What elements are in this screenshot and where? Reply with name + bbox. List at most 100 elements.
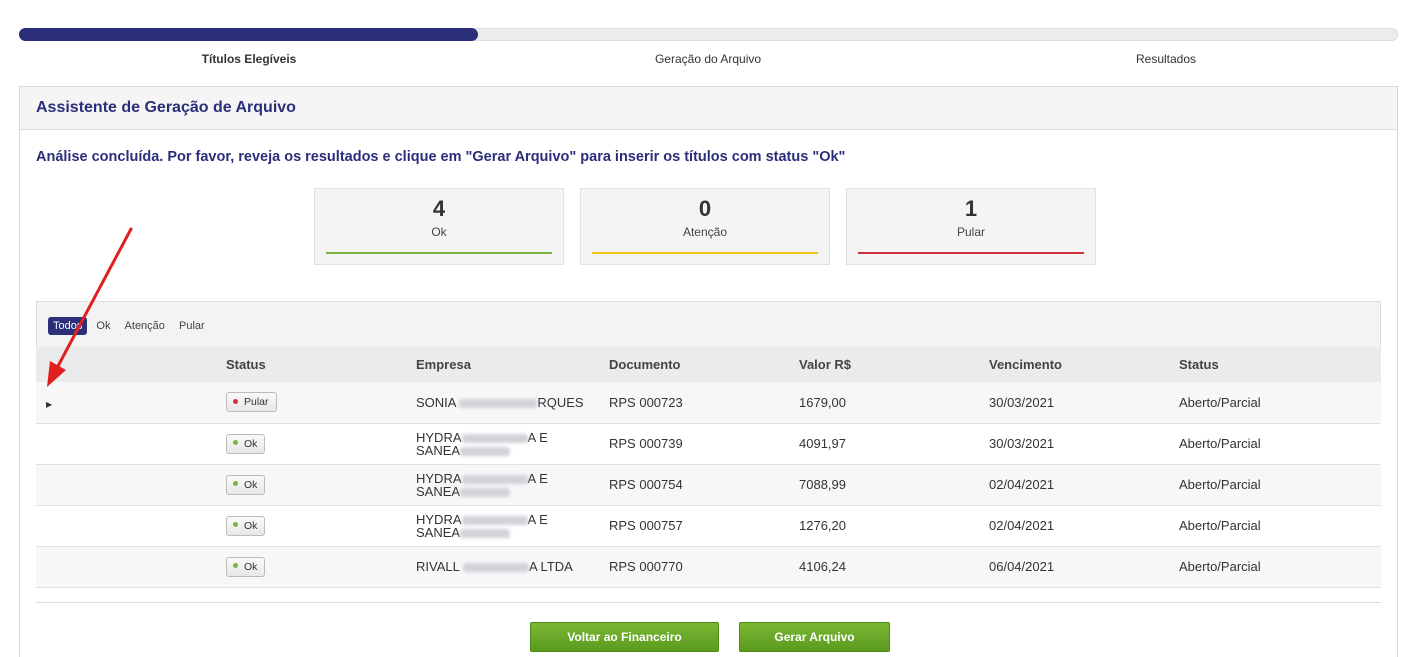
summary-ok-count: 4 — [432, 196, 446, 221]
filter-tab-ok[interactable]: Ok — [91, 317, 115, 335]
column-header-expand — [36, 347, 226, 382]
vencimento-cell: 06/04/2021 — [989, 559, 1055, 574]
column-header-status-check[interactable]: Status — [226, 347, 416, 382]
empresa-name-line2: SANEA — [416, 524, 461, 540]
summary-pular-underline — [858, 252, 1084, 254]
status-badge[interactable]: Ok — [226, 433, 266, 454]
footer-divider — [36, 602, 1381, 603]
valor-cell: 4106,24 — [799, 559, 846, 574]
status-badge-label: Pular — [244, 396, 269, 409]
status-cell: Aberto/Parcial — [1179, 477, 1261, 492]
column-header-empresa[interactable]: Empresa — [416, 347, 609, 382]
redacted-text — [461, 474, 528, 484]
column-header-status[interactable]: Status — [1179, 347, 1381, 382]
status-badge[interactable]: Ok — [226, 515, 266, 536]
vencimento-cell: 02/04/2021 — [989, 518, 1055, 533]
status-cell: Aberto/Parcial — [1179, 394, 1261, 410]
empresa-cell: SONIA RQUES — [416, 382, 609, 423]
status-badge-label: Ok — [244, 437, 258, 450]
documento-cell: RPS 000770 — [609, 559, 683, 574]
column-header-documento[interactable]: Documento — [609, 347, 799, 382]
status-cell: Aberto/Parcial — [1179, 559, 1261, 574]
empresa-cell: HYDRA A E SANEA — [416, 505, 609, 546]
table-row[interactable]: Ok HYDRA A E SANEA RPS 000757 1276,20 02/0… — [36, 505, 1381, 546]
empresa-name-end: A E — [527, 511, 548, 527]
back-to-financeiro-button[interactable]: Voltar ao Financeiro — [530, 622, 719, 652]
table-row[interactable]: Ok HYDRA A E SANEA RPS 000754 7088,99 02/0… — [36, 464, 1381, 505]
summary-atencao-underline — [592, 252, 818, 254]
table-row[interactable]: Ok RIVALL A LTDA RPS 000770 4106,24 06/0… — [36, 546, 1381, 587]
column-header-vencimento[interactable]: Vencimento — [989, 347, 1179, 382]
column-header-valor[interactable]: Valor R$ — [799, 347, 989, 382]
analysis-message: Análise concluída. Por favor, reveja os … — [36, 149, 846, 165]
filter-tab-atencao[interactable]: Atenção — [120, 317, 170, 335]
table-row[interactable]: Ok HYDRA A E SANEA RPS 000739 4091,97 30/0… — [36, 423, 1381, 464]
summary-ok-label: Ok — [431, 225, 447, 239]
empresa-name-end: A E — [527, 470, 548, 486]
vencimento-cell: 30/03/2021 — [989, 394, 1055, 410]
status-badge[interactable]: Ok — [226, 474, 266, 495]
wizard-panel: Assistente de Geração de Arquivo Análise… — [19, 86, 1398, 657]
triangle-right-icon[interactable]: ▶ — [46, 400, 52, 409]
documento-cell: RPS 000754 — [609, 477, 683, 492]
empresa-cell: RIVALL A LTDA — [416, 546, 609, 587]
status-badge[interactable]: Ok — [226, 556, 266, 577]
redacted-text — [460, 446, 511, 456]
status-badge-label: Ok — [244, 478, 258, 491]
table-row[interactable]: ▶ Pular SONIA RQUES RPS 000723 1679,00 3… — [36, 382, 1381, 423]
redacted-text — [460, 528, 511, 538]
redacted-text — [461, 515, 528, 525]
status-dot-icon — [233, 522, 238, 528]
results-table-area: Todos Ok Atenção Pular Status Empresa Do… — [36, 301, 1381, 601]
summary-pular[interactable]: 1 Pular — [846, 188, 1096, 265]
summary-ok-underline — [326, 252, 552, 254]
status-cell: Aberto/Parcial — [1179, 436, 1261, 451]
summary-atencao[interactable]: 0 Atenção — [580, 188, 830, 265]
summary-ok[interactable]: 4 Ok — [314, 188, 564, 265]
wizard-steps: Títulos Elegíveis Geração do Arquivo Res… — [19, 52, 1398, 68]
results-table: Status Empresa Documento Valor R$ Vencim… — [36, 347, 1381, 588]
valor-cell: 1679,00 — [799, 394, 846, 410]
empresa-cell: HYDRA A E SANEA — [416, 464, 609, 505]
generate-file-button[interactable]: Gerar Arquivo — [739, 622, 890, 652]
vencimento-cell: 30/03/2021 — [989, 436, 1055, 451]
filter-bar: Todos Ok Atenção Pular — [36, 301, 1381, 347]
redacted-text — [462, 563, 529, 573]
status-badge[interactable]: Pular — [226, 392, 277, 413]
empresa-name-end: RQUES — [537, 394, 584, 410]
empresa-name-start: SONIA — [416, 394, 456, 410]
step-titulos-elegiveis: Títulos Elegíveis — [201, 52, 297, 66]
redacted-text — [461, 433, 528, 443]
step-resultados: Resultados — [1135, 52, 1197, 66]
status-badge-label: Ok — [244, 519, 258, 532]
status-badge-label: Ok — [244, 560, 258, 573]
summary-pular-count: 1 — [964, 196, 978, 221]
filter-tab-todos[interactable]: Todos — [48, 317, 88, 335]
summary-atencao-label: Atenção — [682, 225, 728, 239]
panel-title: Assistente de Geração de Arquivo — [36, 99, 296, 116]
empresa-name-end: A E — [527, 429, 548, 445]
vencimento-cell: 02/04/2021 — [989, 477, 1055, 492]
empresa-cell: HYDRA A E SANEA — [416, 423, 609, 464]
empresa-name-start: RIVALL — [416, 559, 460, 574]
summary-pular-label: Pular — [956, 225, 985, 239]
panel-header: Assistente de Geração de Arquivo — [20, 87, 1397, 130]
wizard-progress-fill — [19, 28, 478, 41]
filter-tab-pular[interactable]: Pular — [174, 317, 210, 335]
step-geracao-arquivo: Geração do Arquivo — [654, 52, 762, 66]
documento-cell: RPS 000723 — [609, 394, 683, 410]
empresa-name-end: A LTDA — [528, 559, 573, 574]
empresa-name-line2: SANEA — [416, 483, 461, 499]
documento-cell: RPS 000739 — [609, 436, 683, 451]
valor-cell: 4091,97 — [799, 436, 846, 451]
status-dot-icon — [233, 563, 238, 569]
empresa-name-line2: SANEA — [416, 442, 461, 458]
status-cell: Aberto/Parcial — [1179, 518, 1261, 533]
redacted-text — [460, 487, 511, 497]
valor-cell: 7088,99 — [799, 477, 846, 492]
status-dot-icon — [233, 440, 238, 446]
redacted-text — [459, 398, 538, 408]
status-dot-icon — [233, 481, 238, 487]
summary-atencao-count: 0 — [698, 196, 712, 221]
valor-cell: 1276,20 — [799, 518, 846, 533]
